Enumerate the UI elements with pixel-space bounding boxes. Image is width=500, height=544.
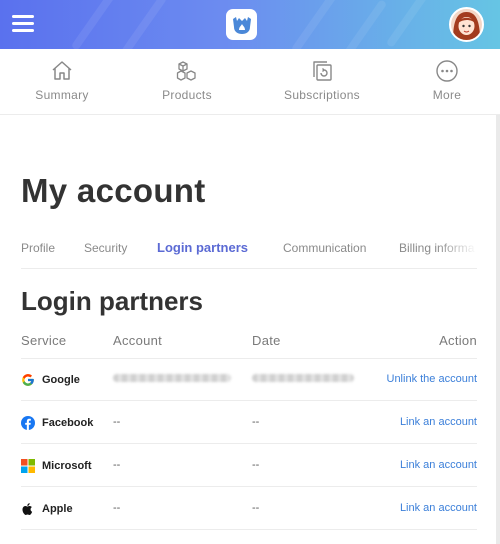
date-value: --	[252, 502, 260, 514]
nav-item-products[interactable]: Products	[132, 49, 242, 115]
decorative-stripe	[70, 0, 118, 49]
facebook-icon	[21, 416, 35, 430]
unlink-account-button[interactable]: Unlink the account	[387, 373, 478, 385]
nav-item-more[interactable]: More	[392, 49, 500, 115]
home-icon	[52, 61, 72, 80]
nav-label: More	[432, 88, 462, 102]
nav-item-subscriptions[interactable]: Subscriptions	[267, 49, 377, 115]
table-row: Microsoft -- -- Link an account	[21, 444, 477, 487]
service-name: Google	[42, 374, 80, 386]
page-title: My account	[21, 172, 206, 209]
more-dots-icon	[436, 60, 458, 82]
redacted-date	[252, 374, 354, 382]
decorative-stripe	[385, 0, 433, 48]
decorative-stripe	[120, 0, 168, 49]
top-bar	[0, 0, 500, 49]
subscriptions-icon	[313, 61, 332, 81]
section-title: Login partners	[21, 286, 204, 316]
nav-label: Subscriptions	[284, 88, 360, 102]
service-cell: Microsoft	[21, 458, 92, 474]
account-value: --	[113, 459, 121, 471]
account-value: --	[113, 416, 121, 428]
service-cell: Google	[21, 372, 80, 388]
table-row: Apple -- -- Link an account	[21, 487, 477, 530]
service-name: Apple	[42, 503, 73, 515]
column-header-action: Action	[439, 333, 477, 348]
service-cell: Apple	[21, 501, 73, 517]
service-cell: Facebook	[21, 415, 93, 431]
service-name: Facebook	[42, 417, 94, 429]
link-account-button[interactable]: Link an account	[400, 416, 477, 428]
tab-profile[interactable]: Profile	[21, 241, 55, 255]
account-value: --	[113, 502, 121, 514]
column-header-date: Date	[252, 333, 281, 348]
main-nav: Summary Products Subscriptions More	[0, 49, 500, 115]
user-avatar[interactable]	[449, 7, 484, 42]
link-account-button[interactable]: Link an account	[400, 459, 477, 471]
tab-security[interactable]: Security	[84, 241, 127, 255]
microsoft-icon	[21, 459, 35, 473]
date-value: --	[252, 416, 260, 428]
nav-label: Products	[162, 88, 212, 102]
account-value	[113, 373, 231, 385]
table-row: Facebook -- -- Link an account	[21, 401, 477, 444]
account-tabs: Profile Security Login partners Communic…	[21, 233, 477, 269]
column-header-service: Service	[21, 333, 67, 348]
tab-communication[interactable]: Communication	[283, 241, 366, 255]
decorative-stripe	[340, 0, 388, 49]
scrollbar-track[interactable]	[496, 115, 500, 544]
nav-item-summary[interactable]: Summary	[7, 49, 117, 115]
decorative-stripe	[290, 0, 338, 49]
hamburger-menu-icon[interactable]	[12, 13, 36, 33]
redacted-account	[113, 374, 231, 382]
apple-icon	[21, 502, 35, 516]
column-header-account: Account	[113, 333, 163, 348]
tabs-overflow-fade	[437, 233, 477, 268]
nav-label: Summary	[35, 88, 89, 102]
google-icon	[21, 373, 35, 387]
date-value: --	[252, 459, 260, 471]
date-value	[252, 373, 354, 385]
service-name: Microsoft	[42, 460, 92, 472]
link-account-button[interactable]: Link an account	[400, 502, 477, 514]
fire-pot-logo-icon[interactable]	[226, 9, 257, 40]
table-row: Google Unlink the account	[21, 358, 477, 401]
tab-login-partners[interactable]: Login partners	[157, 240, 248, 255]
cubes-icon	[176, 61, 196, 81]
